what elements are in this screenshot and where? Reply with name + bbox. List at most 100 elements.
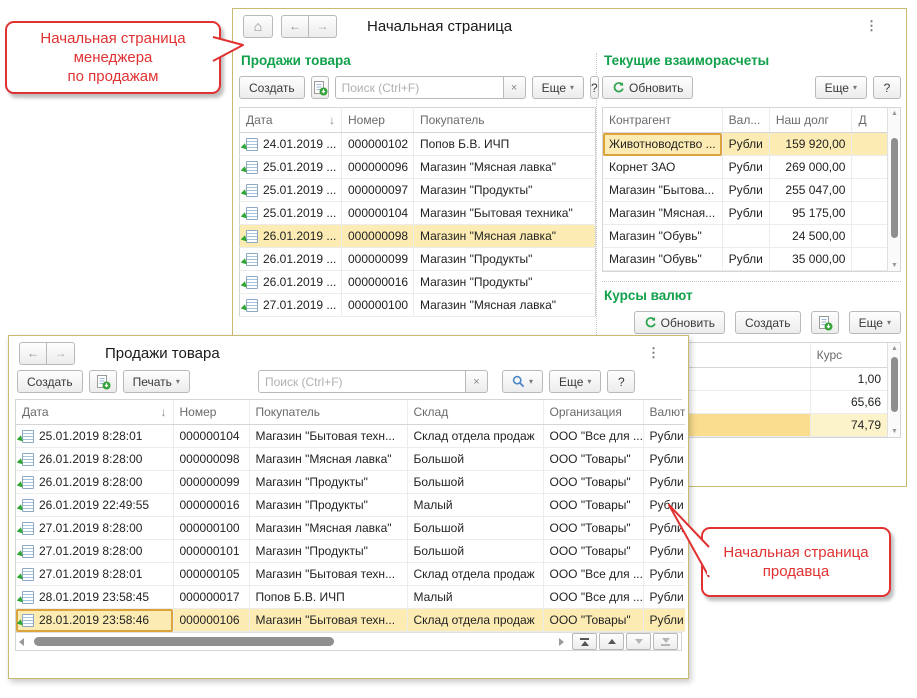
table-row[interactable]: 26.01.2019 ...000000016Магазин "Продукты… (240, 271, 596, 294)
table-row[interactable]: 27.01.2019 8:28:00000000100Магазин "Мясн… (16, 517, 685, 540)
table-row-selected[interactable]: 26.01.2019 ...000000098Магазин "Мясная л… (240, 225, 596, 248)
table-row[interactable]: Магазин "Обувь"24 500,00 (603, 225, 887, 248)
scroll-up-icon[interactable]: ▲ (888, 345, 901, 352)
scroll-down-icon[interactable]: ▼ (888, 428, 901, 435)
document-icon (22, 476, 34, 489)
new-document-button[interactable] (89, 370, 117, 393)
chevron-down-icon: ▾ (570, 83, 574, 92)
help-button[interactable]: ? (590, 76, 599, 99)
column-currency[interactable]: Валюта в (643, 400, 685, 425)
table-row[interactable]: 26.01.2019 ...000000099Магазин "Продукты… (240, 248, 596, 271)
table-row[interactable]: Корнет ЗАОРубли269 000,00 (603, 156, 887, 179)
document-icon (22, 591, 34, 604)
column-warehouse[interactable]: Склад (407, 400, 543, 425)
callout-manager-home-page: Начальная страница менеджера по продажам (5, 21, 221, 94)
column-date[interactable]: Дата↓ (240, 108, 342, 133)
go-next-button[interactable] (626, 633, 651, 650)
table-row[interactable]: 25.01.2019 ...000000104Магазин "Бытовая … (240, 202, 596, 225)
table-row[interactable]: 25.01.2019 ...000000096Магазин "Мясная л… (240, 156, 596, 179)
scrollbar-thumb[interactable] (34, 637, 333, 646)
more-button[interactable]: Еще▾ (549, 370, 601, 393)
column-counterparty[interactable]: Контрагент (603, 108, 722, 133)
forward-button[interactable]: → (309, 15, 337, 38)
clear-search-button[interactable]: × (466, 370, 488, 393)
back-button[interactable]: ← (281, 15, 309, 38)
table-row[interactable]: Магазин "Бытова...Рубли255 047,00 (603, 179, 887, 202)
search-group: × (335, 76, 526, 99)
go-first-button[interactable] (572, 633, 597, 650)
refresh-icon (644, 316, 657, 329)
search-options-button[interactable]: ▾ (502, 370, 543, 393)
scroll-left-icon[interactable] (19, 638, 24, 646)
table-row[interactable]: 24.01.2019 ...000000102Попов Б.В. ИЧП (240, 133, 596, 156)
document-icon (246, 253, 258, 266)
column-number[interactable]: Номер (342, 108, 414, 133)
back-button[interactable]: ← (19, 342, 47, 365)
more-button[interactable]: Еще▾ (532, 76, 584, 99)
table-header-row: Дата↓ Номер Покупатель Склад Организация… (16, 400, 685, 425)
table-row[interactable]: 28.01.2019 23:58:45000000017Попов Б.В. И… (16, 586, 685, 609)
kebab-menu-icon[interactable]: ⋮ (847, 18, 896, 34)
scroll-right-icon[interactable] (559, 638, 564, 646)
vertical-scrollbar[interactable]: ▲ ▼ (887, 108, 900, 271)
help-button[interactable]: ? (607, 370, 635, 393)
search-input[interactable] (335, 76, 504, 99)
document-icon (22, 522, 34, 535)
table-row-selected[interactable]: 28.01.2019 23:58:46000000106Магазин "Быт… (16, 609, 685, 632)
column-rate[interactable]: Курс (810, 343, 887, 368)
new-document-button[interactable] (811, 311, 839, 334)
go-previous-button[interactable] (599, 633, 624, 650)
table-row[interactable]: 27.01.2019 8:28:00000000101Магазин "Прод… (16, 540, 685, 563)
scroll-up-icon[interactable]: ▲ (888, 110, 901, 117)
sort-desc-icon: ↓ (329, 113, 335, 127)
more-button[interactable]: Еще▾ (815, 76, 867, 99)
column-buyer[interactable]: Покупатель (249, 400, 407, 425)
table-row-selected[interactable]: Животноводство ...Рубли159 920,00 (603, 133, 887, 156)
home-button[interactable]: ⌂ (243, 15, 273, 38)
kebab-menu-icon[interactable]: ⋮ (629, 345, 678, 361)
settlements-table-wrap: Контрагент Вал... Наш долг Д Животноводс… (602, 107, 901, 272)
row-navigation-buttons (572, 633, 678, 650)
horizontal-scrollbar[interactable] (16, 632, 681, 650)
table-row[interactable]: Магазин "Мясная...Рубли95 175,00 (603, 202, 887, 225)
create-button[interactable]: Создать (239, 76, 305, 99)
column-currency[interactable]: Вал... (722, 108, 769, 133)
document-icon (246, 161, 258, 174)
table-row[interactable]: 25.01.2019 8:28:01000000104Магазин "Быто… (16, 425, 685, 448)
column-org[interactable]: Организация (543, 400, 643, 425)
new-document-button[interactable] (311, 76, 329, 99)
new-document-icon (312, 80, 328, 96)
column-debt[interactable]: Д (852, 108, 887, 133)
new-document-icon (817, 315, 833, 331)
search-input[interactable] (258, 370, 466, 393)
table-row[interactable]: Магазин "Обувь"Рубли35 000,00 (603, 248, 887, 271)
refresh-button[interactable]: Обновить (634, 311, 725, 334)
chevron-down-icon: ▾ (887, 318, 891, 327)
print-button[interactable]: Печать▾ (123, 370, 190, 393)
table-row[interactable]: 27.01.2019 ...000000100Магазин "Мясная л… (240, 294, 596, 317)
create-button[interactable]: Создать (735, 311, 801, 334)
column-date[interactable]: Дата↓ (16, 400, 173, 425)
callout-seller-home-page: Начальная страница продавца (701, 527, 891, 597)
table-row[interactable]: 26.01.2019 8:28:00000000099Магазин "Прод… (16, 471, 685, 494)
table-row[interactable]: 25.01.2019 ...000000097Магазин "Продукты… (240, 179, 596, 202)
refresh-button[interactable]: Обновить (602, 76, 693, 99)
vertical-scrollbar[interactable]: ▲ ▼ (887, 343, 900, 437)
help-button[interactable]: ? (873, 76, 901, 99)
table-row[interactable]: 26.01.2019 22:49:55000000016Магазин "Про… (16, 494, 685, 517)
column-buyer[interactable]: Покупатель (414, 108, 596, 133)
more-button[interactable]: Еще▾ (849, 311, 901, 334)
column-our-debt[interactable]: Наш долг (769, 108, 852, 133)
chevron-down-icon: ▾ (529, 377, 533, 386)
forward-button[interactable]: → (47, 342, 75, 365)
clear-search-button[interactable]: × (504, 76, 526, 99)
table-row[interactable]: 26.01.2019 8:28:00000000098Магазин "Мясн… (16, 448, 685, 471)
sales-window-header: ← → Продажи товара ⋮ (9, 336, 688, 370)
go-last-button[interactable] (653, 633, 678, 650)
scroll-down-icon[interactable]: ▼ (888, 262, 901, 269)
column-number[interactable]: Номер (173, 400, 249, 425)
sales-window-toolbar: Создать Печать▾ × ▾ Еще▾ ? (9, 370, 688, 393)
create-button[interactable]: Создать (17, 370, 83, 393)
rates-section-title: Курсы валют (604, 288, 901, 303)
table-row[interactable]: 27.01.2019 8:28:01000000105Магазин "Быто… (16, 563, 685, 586)
